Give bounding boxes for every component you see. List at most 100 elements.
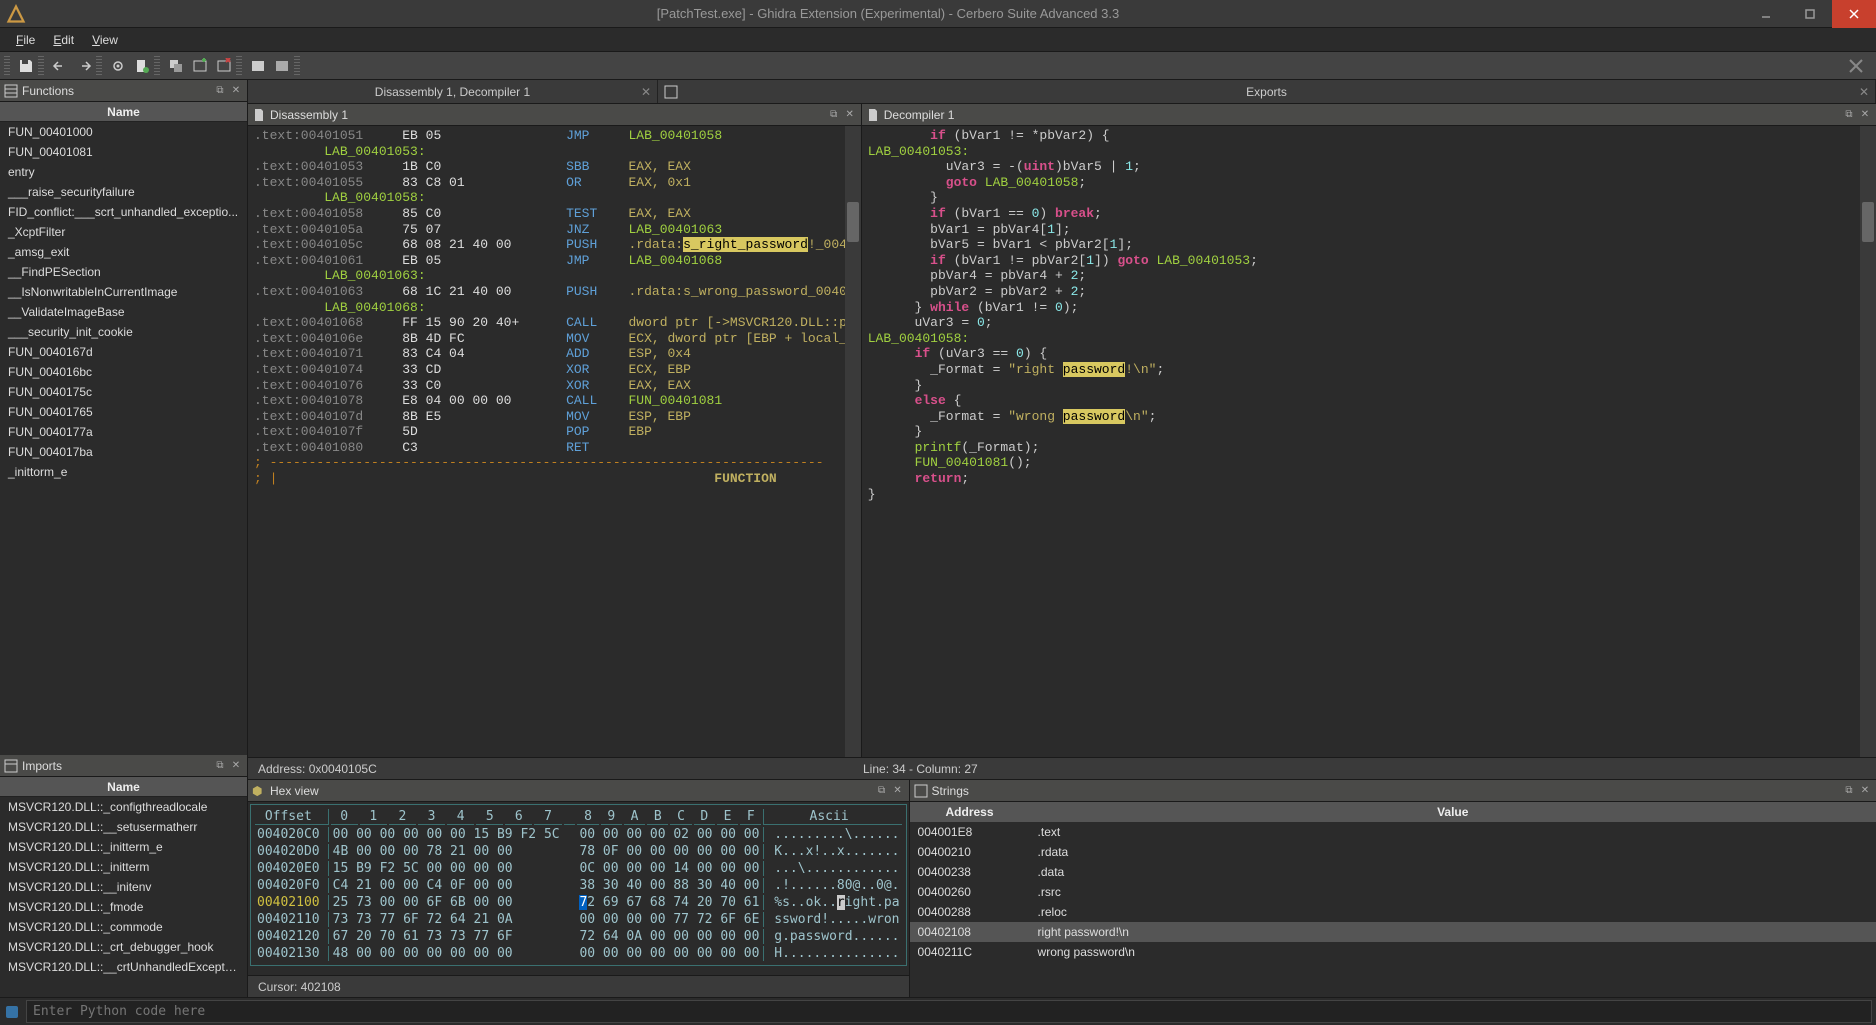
list-item[interactable]: FUN_0040167d <box>0 342 247 362</box>
maximize-button[interactable] <box>1788 0 1832 28</box>
list-item[interactable]: _amsg_exit <box>0 242 247 262</box>
list-item[interactable]: FUN_004016bc <box>0 362 247 382</box>
python-bar <box>0 997 1876 1025</box>
close-icon[interactable]: ✕ <box>1858 108 1872 122</box>
hex-title: Hex view <box>270 784 875 798</box>
restore-icon[interactable]: ⧉ <box>213 84 227 98</box>
list-item[interactable]: _XcptFilter <box>0 222 247 242</box>
table-row[interactable]: 00400210.rdata <box>910 842 1876 862</box>
list-item[interactable]: MSVCR120.DLL::__crtUnhandledException <box>0 957 247 977</box>
functions-list[interactable]: FUN_00401000FUN_00401081entry___raise_se… <box>0 122 247 755</box>
table-row[interactable]: 0040211Cwrong password\n <box>910 942 1876 962</box>
close-icon[interactable]: ✕ <box>843 108 857 122</box>
new-doc-icon[interactable] <box>132 56 152 76</box>
strings-title: Strings <box>932 784 1842 798</box>
list-item[interactable]: FUN_0040175c <box>0 382 247 402</box>
list-item[interactable]: __ValidateImageBase <box>0 302 247 322</box>
functions-column-header[interactable]: Name <box>0 102 247 122</box>
list-item[interactable]: FID_conflict:___scrt_unhandled_exceptio.… <box>0 202 247 222</box>
functions-title: Functions <box>22 84 213 98</box>
toolbar-grip <box>154 56 160 76</box>
imports-list[interactable]: MSVCR120.DLL::_configthreadlocaleMSVCR12… <box>0 797 247 997</box>
window-title: [PatchTest.exe] - Ghidra Extension (Expe… <box>32 6 1744 21</box>
list-item[interactable]: FUN_00401000 <box>0 122 247 142</box>
strings-content[interactable]: AddressValue004001E8.text00400210.rdata0… <box>910 802 1876 997</box>
list-item[interactable]: __FindPESection <box>0 262 247 282</box>
window-close-icon[interactable] <box>214 56 234 76</box>
toolbar-grip <box>236 56 242 76</box>
close-icon[interactable]: ✕ <box>1858 784 1872 798</box>
save-icon[interactable] <box>16 56 36 76</box>
tab-close-icon[interactable] <box>1844 54 1868 78</box>
list-item[interactable]: __IsNonwritableInCurrentImage <box>0 282 247 302</box>
table-row[interactable]: 004001E8.text <box>910 822 1876 842</box>
restore-icon[interactable]: ⧉ <box>827 108 841 122</box>
decompiler-title: Decompiler 1 <box>884 108 1842 122</box>
list-item[interactable]: MSVCR120.DLL::_commode <box>0 917 247 937</box>
list-item[interactable]: FUN_004017ba <box>0 442 247 462</box>
restore-icon[interactable]: ⧉ <box>213 759 227 773</box>
tab-label: Exports <box>1246 85 1287 99</box>
list-item[interactable]: ___security_init_cookie <box>0 322 247 342</box>
list-item[interactable]: FUN_00401765 <box>0 402 247 422</box>
imports-column-header[interactable]: Name <box>0 777 247 797</box>
redo-icon[interactable] <box>74 56 94 76</box>
window-new-icon[interactable] <box>190 56 210 76</box>
windows-icon[interactable] <box>166 56 186 76</box>
document-icon <box>866 108 880 122</box>
imports-title: Imports <box>22 759 213 773</box>
list-item[interactable]: MSVCR120.DLL::__setusermatherr <box>0 817 247 837</box>
list-item[interactable]: MSVCR120.DLL::_fmode <box>0 897 247 917</box>
functions-panel-header: Functions ⧉ ✕ <box>0 80 247 102</box>
close-button[interactable] <box>1832 0 1876 28</box>
decompiler-content[interactable]: if (bVar1 != *pbVar2) { LAB_00401053: uV… <box>862 126 1876 757</box>
close-icon[interactable]: ✕ <box>229 759 243 773</box>
app-icon <box>4 2 28 26</box>
center-tabs: Disassembly 1, Decompiler 1 ✕ Exports ✕ <box>248 80 1876 104</box>
table-row[interactable]: 00400238.data <box>910 862 1876 882</box>
scrollbar[interactable] <box>1860 126 1876 757</box>
hex-content[interactable]: Offset 01234567 89ABCDEF Ascii 004020C00… <box>248 802 909 975</box>
list-item[interactable]: MSVCR120.DLL::__initenv <box>0 877 247 897</box>
table-row[interactable]: 00400288.reloc <box>910 902 1876 922</box>
menu-view[interactable]: View <box>84 31 126 49</box>
list-item[interactable]: MSVCR120.DLL::_initterm <box>0 857 247 877</box>
list-item[interactable]: MSVCR120.DLL::_configthreadlocale <box>0 797 247 817</box>
list-item[interactable]: MSVCR120.DLL::_crt_debugger_hook <box>0 937 247 957</box>
gear-icon[interactable] <box>108 56 128 76</box>
toolbar-grip <box>294 56 300 76</box>
panel-icon[interactable] <box>248 56 268 76</box>
menu-file[interactable]: File <box>8 31 43 49</box>
list-item[interactable]: entry <box>0 162 247 182</box>
table-icon <box>914 784 928 798</box>
minimize-button[interactable] <box>1744 0 1788 28</box>
undo-icon[interactable] <box>50 56 70 76</box>
tab-disasm-decomp[interactable]: Disassembly 1, Decompiler 1 ✕ <box>248 80 658 103</box>
title-bar: [PatchTest.exe] - Ghidra Extension (Expe… <box>0 0 1876 28</box>
decomp-status: Line: 34 - Column: 27 <box>853 757 1876 779</box>
restore-icon[interactable]: ⧉ <box>875 784 889 798</box>
menu-edit[interactable]: Edit <box>45 31 82 49</box>
scrollbar[interactable] <box>845 126 861 757</box>
list-item[interactable]: _inittorm_e <box>0 462 247 482</box>
toolbar <box>0 52 1876 80</box>
list-item[interactable]: FUN_00401081 <box>0 142 247 162</box>
disassembly-content[interactable]: .text:00401051 EB 05 JMP LAB_00401058 LA… <box>248 126 861 757</box>
restore-icon[interactable]: ⧉ <box>1842 784 1856 798</box>
list-item[interactable]: ___raise_securityfailure <box>0 182 247 202</box>
close-icon[interactable]: ✕ <box>229 84 243 98</box>
close-icon[interactable]: ✕ <box>891 784 905 798</box>
list-item[interactable]: FUN_0040177a <box>0 422 247 442</box>
list-item[interactable]: MSVCR120.DLL::_initterm_e <box>0 837 247 857</box>
panel2-icon[interactable] <box>272 56 292 76</box>
menu-bar: File Edit View <box>0 28 1876 52</box>
hex-header: ⬢ Hex view ⧉✕ <box>248 780 909 802</box>
tab-exports[interactable]: Exports ✕ <box>658 80 1876 103</box>
table-row[interactable]: 00402108right password!\n <box>910 922 1876 942</box>
restore-icon[interactable]: ⧉ <box>1842 108 1856 122</box>
python-input[interactable] <box>26 1000 1872 1023</box>
table-row[interactable]: 00400260.rsrc <box>910 882 1876 902</box>
close-icon[interactable]: ✕ <box>1859 85 1869 99</box>
table-icon <box>664 85 678 99</box>
close-icon[interactable]: ✕ <box>641 85 651 99</box>
